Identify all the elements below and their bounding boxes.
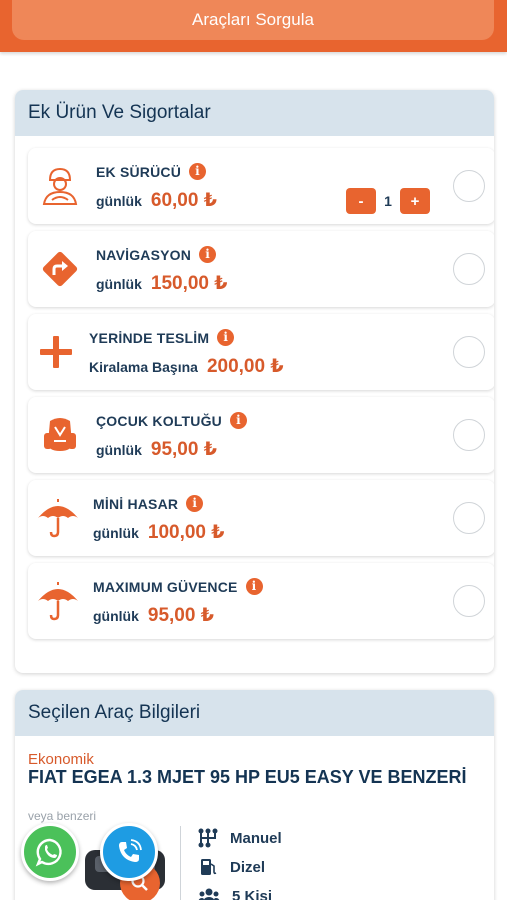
- driver-icon: [42, 167, 78, 205]
- price-value: 95,00 ₺: [150, 439, 217, 460]
- extra-title: MAXIMUM GÜVENCE i: [93, 578, 263, 595]
- divider: [180, 826, 181, 900]
- vehicle-header: Seçilen Araç Bilgileri: [15, 690, 494, 736]
- extra-title: NAVİGASYON i: [96, 246, 217, 263]
- child-seat-icon: [44, 418, 76, 451]
- feature-label: Dizel: [230, 858, 266, 876]
- select-radio[interactable]: [453, 253, 485, 285]
- extra-item-maximum-coverage[interactable]: MAXIMUM GÜVENCE i günlük 95,00 ₺: [28, 563, 494, 639]
- info-icon[interactable]: i: [186, 495, 204, 512]
- info-icon[interactable]: i: [199, 246, 217, 263]
- vehicle-name: FIAT EGEA 1.3 MJET 95 HP EU5 EASY VE BEN…: [28, 767, 467, 787]
- extra-title: ÇOCUK KOLTUĞU i: [96, 412, 247, 429]
- extra-item-additional-driver[interactable]: EK SÜRÜCÜ i günlük 60,00 ₺ - 1 +: [28, 148, 494, 224]
- extra-item-child-seat[interactable]: ÇOCUK KOLTUĞU i günlük 95,00 ₺: [28, 397, 494, 473]
- extra-title: MİNİ HASAR i: [93, 495, 204, 512]
- price-value: 95,00 ₺: [147, 605, 214, 626]
- select-radio[interactable]: [453, 502, 485, 534]
- extra-price-row: günlük 60,00 ₺: [96, 189, 217, 212]
- feature-capacity: 5 Kişi: [198, 886, 272, 900]
- extra-title-text: YERİNDE TESLİM: [89, 329, 210, 346]
- vehicle-subtitle: veya benzeri: [28, 809, 97, 823]
- price-unit: günlük: [96, 276, 142, 292]
- extra-title-text: MİNİ HASAR: [93, 495, 179, 512]
- extra-price-row: Kiralama Başına 200,00 ₺: [89, 355, 284, 378]
- select-radio[interactable]: [453, 419, 485, 451]
- extra-item-mini-damage[interactable]: MİNİ HASAR i günlük 100,00 ₺: [28, 480, 494, 556]
- select-radio[interactable]: [453, 585, 485, 617]
- extra-price-row: günlük 95,00 ₺: [96, 438, 217, 461]
- plus-icon: [40, 336, 72, 368]
- call-button[interactable]: [100, 823, 158, 881]
- extra-title-text: ÇOCUK KOLTUĞU: [96, 412, 222, 429]
- navigation-icon: [42, 251, 78, 287]
- extra-item-onsite-delivery[interactable]: YERİNDE TESLİM i Kiralama Başına 200,00 …: [28, 314, 494, 390]
- extra-price-row: günlük 95,00 ₺: [93, 604, 214, 627]
- price-value: 100,00 ₺: [147, 522, 225, 543]
- decrease-button[interactable]: -: [346, 188, 376, 214]
- price-unit: günlük: [93, 525, 139, 541]
- info-icon[interactable]: i: [230, 412, 247, 429]
- quantity-value: 1: [384, 193, 392, 209]
- phone-icon: [119, 839, 142, 862]
- fuel-icon: [201, 859, 217, 875]
- price-unit: günlük: [96, 193, 142, 209]
- extra-title: YERİNDE TESLİM i: [89, 329, 235, 346]
- price-value: 200,00 ₺: [206, 356, 284, 377]
- selected-vehicle-card: Seçilen Araç Bilgileri Ekonomik FIAT EGE…: [15, 690, 494, 900]
- feature-label: Manuel: [230, 829, 282, 847]
- info-icon[interactable]: i: [245, 578, 263, 595]
- extra-title-text: NAVİGASYON: [96, 246, 192, 263]
- price-value: 150,00 ₺: [150, 273, 228, 294]
- extra-title-text: EK SÜRÜCÜ: [96, 163, 182, 180]
- feature-fuel: Dizel: [198, 857, 265, 877]
- feature-label: 5 Kişi: [232, 887, 273, 900]
- extra-price-row: günlük 150,00 ₺: [96, 272, 228, 295]
- people-icon: [198, 888, 220, 900]
- quantity-stepper: - 1 +: [346, 188, 430, 214]
- feature-transmission: Manuel: [198, 828, 282, 848]
- query-vehicles-button[interactable]: Araçları Sorgula: [12, 0, 494, 40]
- extras-card: Ek Ürün Ve Sigortalar EK SÜRÜCÜ i günlük…: [15, 90, 494, 673]
- extra-item-navigation[interactable]: NAVİGASYON i günlük 150,00 ₺: [28, 231, 494, 307]
- price-value: 60,00 ₺: [150, 190, 217, 211]
- select-radio[interactable]: [453, 336, 485, 368]
- extra-title: EK SÜRÜCÜ i: [96, 163, 207, 180]
- info-icon[interactable]: i: [217, 329, 235, 346]
- price-unit: günlük: [93, 608, 139, 624]
- top-bar: Araçları Sorgula: [0, 0, 507, 52]
- extra-title-text: MAXIMUM GÜVENCE: [93, 578, 238, 595]
- umbrella-icon: [38, 582, 78, 621]
- extra-price-row: günlük 100,00 ₺: [93, 521, 225, 544]
- vehicle-class: Ekonomik: [28, 751, 94, 768]
- umbrella-icon: [38, 499, 78, 538]
- increase-button[interactable]: +: [400, 188, 430, 214]
- extras-header: Ek Ürün Ve Sigortalar: [15, 90, 494, 136]
- price-unit: Kiralama Başına: [89, 359, 198, 375]
- info-icon[interactable]: i: [189, 163, 207, 180]
- gearbox-icon: [198, 828, 218, 848]
- price-unit: günlük: [96, 442, 142, 458]
- select-radio[interactable]: [453, 170, 485, 202]
- whatsapp-icon: [35, 838, 62, 867]
- whatsapp-button[interactable]: [21, 823, 79, 881]
